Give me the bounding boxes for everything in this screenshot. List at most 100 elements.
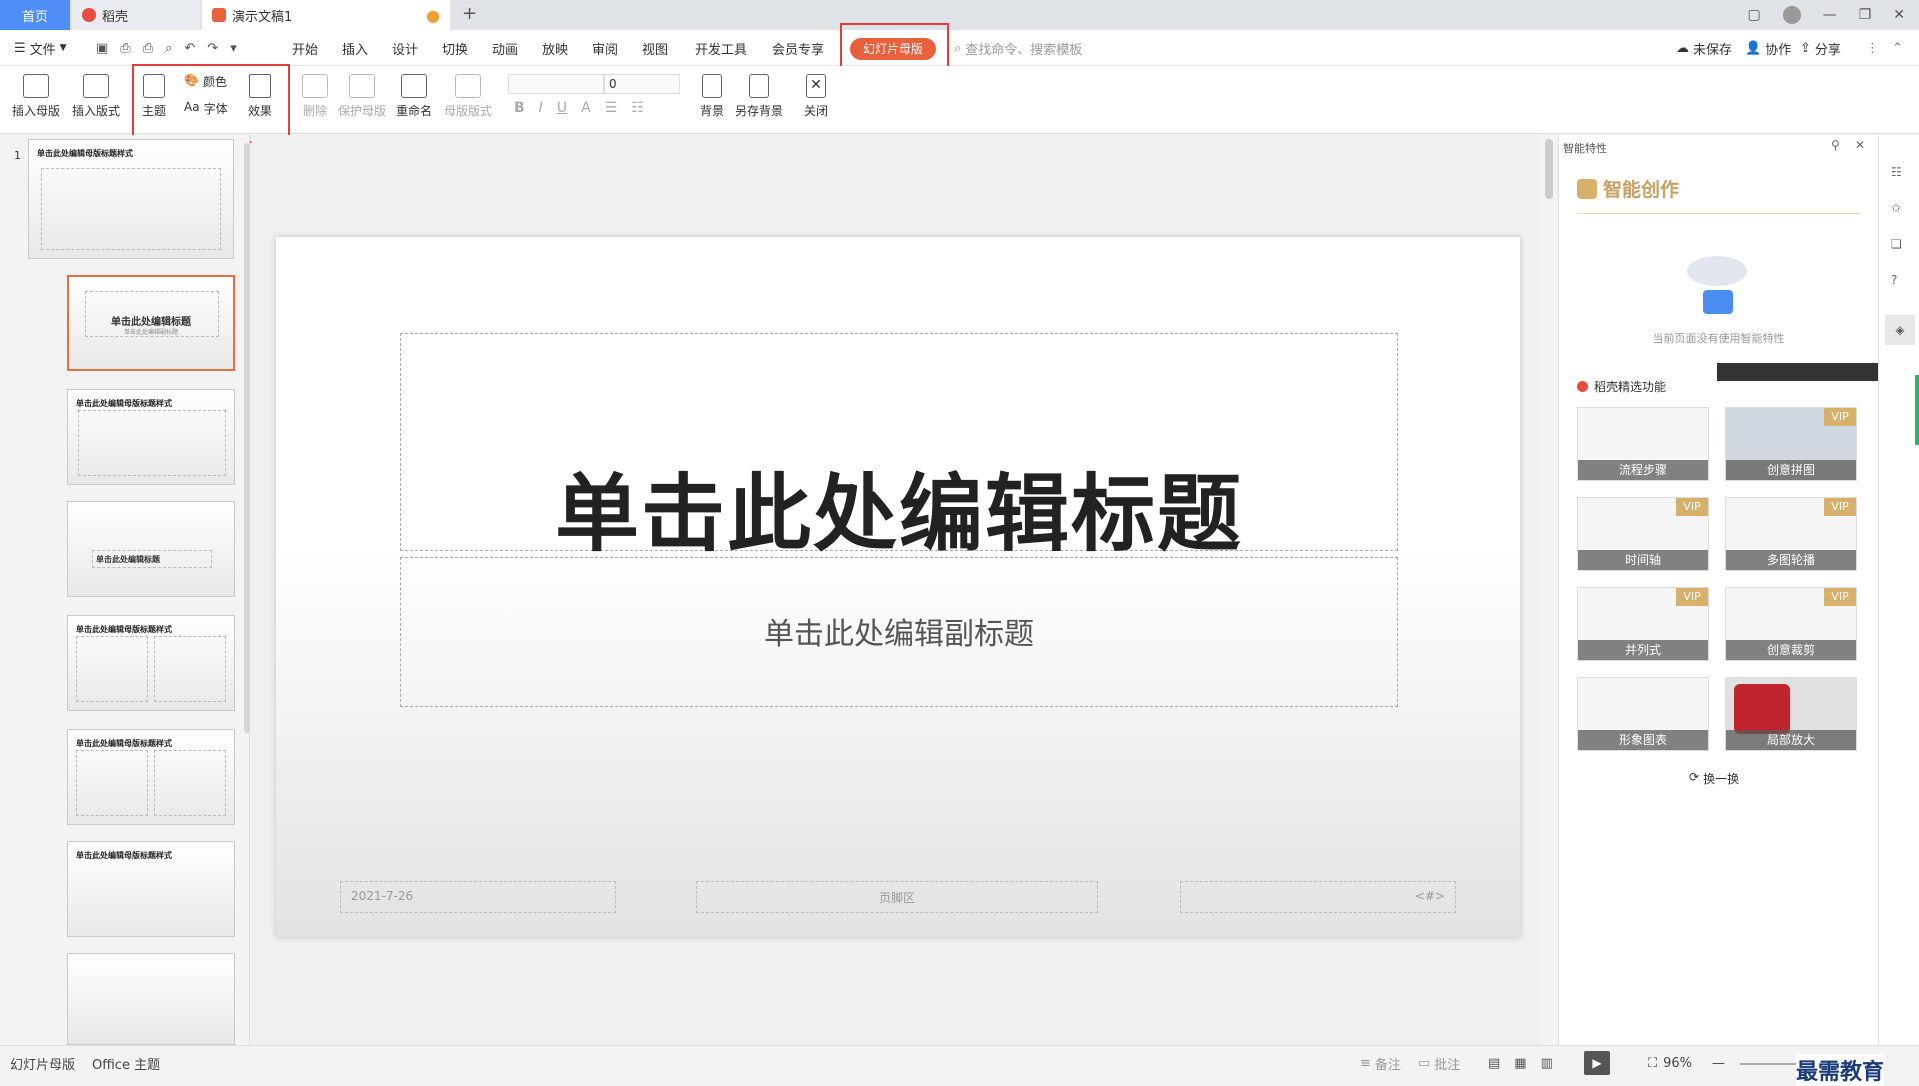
normal-view-icon[interactable]: ▤ (1488, 1056, 1500, 1071)
print-icon[interactable]: ⎙ (143, 41, 153, 56)
save-background-icon (749, 74, 769, 98)
menu-tab-insert[interactable]: 插入 (342, 30, 368, 66)
play-slideshow-icon[interactable]: ▶ (1584, 1051, 1610, 1075)
font-size-select[interactable]: 0 (604, 74, 680, 94)
tab-home[interactable]: 首页 (0, 0, 70, 30)
avatar[interactable] (1782, 6, 1801, 24)
insert-master-button[interactable]: 插入母版 (12, 74, 60, 119)
pin-star-icon[interactable]: ✩ (1891, 201, 1901, 215)
share-button[interactable]: ⇪ 分享 (1800, 30, 1841, 66)
output-icon[interactable]: ⎙ (120, 41, 130, 56)
collapse-ribbon-icon[interactable]: ⌃ (1892, 30, 1903, 66)
delete-button[interactable]: 删除 (302, 74, 328, 119)
menu-tab-developer[interactable]: 开发工具 (695, 30, 747, 66)
underline-icon[interactable]: U (557, 100, 567, 116)
customize-icon[interactable]: ▾ (230, 41, 237, 56)
help-icon[interactable]: ? (1891, 273, 1897, 287)
ppt-icon (212, 8, 226, 22)
thumbnail-layout-comparison[interactable]: 单击此处编辑母版标题样式 (67, 729, 235, 825)
copy-icon[interactable]: ❏ (1891, 237, 1902, 251)
thumbnail-layout-content[interactable]: 单击此处编辑母版标题样式 (67, 389, 235, 485)
bullets-icon[interactable]: ☰ (605, 100, 618, 116)
panel-close-icon[interactable]: ✕ (1855, 138, 1865, 152)
menu-tab-animation[interactable]: 动画 (492, 30, 518, 66)
restore-icon[interactable]: ❐ (1859, 7, 1872, 23)
undo-icon[interactable]: ↶ (184, 41, 195, 56)
font-color-icon[interactable]: A (581, 100, 591, 116)
menu-tab-start[interactable]: 开始 (292, 30, 318, 66)
rename-button[interactable]: 重命名 (396, 74, 432, 119)
menu-tab-slideshow[interactable]: 放映 (542, 30, 568, 66)
thumbnail-title-layout[interactable]: 单击此处编辑标题 单击此处编辑副标题 (67, 275, 235, 371)
thumbnail-section-placeholder (92, 550, 212, 568)
minimize-icon[interactable]: — (1823, 7, 1837, 23)
redo-icon[interactable]: ↷ (207, 41, 218, 56)
command-search[interactable]: ⌕ 查找命令、搜索模板 (954, 30, 1082, 66)
font-name-select[interactable] (508, 74, 604, 94)
feature-card-flow[interactable]: 流程步骤 (1577, 407, 1709, 481)
italic-icon[interactable]: I (539, 100, 543, 116)
thumbnail-master[interactable]: 单击此处编辑母版标题样式 (28, 139, 234, 259)
close-icon[interactable]: ✕ (1893, 7, 1905, 23)
menu-tab-member[interactable]: 会员专享 (772, 30, 824, 66)
protect-master-button[interactable]: 保护母版 (338, 74, 386, 119)
zoom-control[interactable]: ⛶ 96% — (1648, 1046, 1725, 1081)
feature-card-zoom[interactable]: 局部放大 (1725, 677, 1857, 751)
new-tab-icon[interactable]: + (462, 3, 477, 24)
canvas-scrollbar[interactable] (1545, 139, 1553, 199)
menu-tab-review[interactable]: 审阅 (592, 30, 618, 66)
thumbnail-layout-title-only[interactable]: 单击此处编辑母版标题样式 (67, 841, 235, 937)
feature-card-image-chart[interactable]: 形象图表 (1577, 677, 1709, 751)
more-icon[interactable]: ⋮ (1866, 30, 1879, 66)
preview-icon[interactable]: ⌕ (165, 41, 172, 56)
reading-view-icon[interactable]: ▥ (1541, 1056, 1553, 1071)
tab-docer[interactable]: 稻壳 (72, 0, 200, 30)
feature-card-crop[interactable]: VIP 创意裁剪 (1725, 587, 1857, 661)
notes-button[interactable]: ≡ 备注 (1360, 1046, 1401, 1081)
menu-tab-design[interactable]: 设计 (392, 30, 418, 66)
thumbnail-left-placeholder (76, 750, 148, 816)
insert-layout-icon (83, 74, 109, 98)
insert-layout-button[interactable]: 插入版式 (72, 74, 120, 119)
status-theme[interactable]: Office 主题 (92, 1046, 160, 1081)
feature-card-parallel[interactable]: VIP 并列式 (1577, 587, 1709, 661)
ribbon: 插入母版 插入版式 主题 🎨 颜色 Aa 字体 效果 删除 保护母版 重命名 母版版… (0, 64, 1919, 143)
feature-card-label: 局部放大 (1726, 730, 1856, 750)
pin-icon[interactable]: ⚲ (1831, 138, 1840, 152)
thumbnail-scrollbar[interactable] (244, 143, 250, 733)
thumbnail-layout-two-content[interactable]: 单击此处编辑母版标题样式 (67, 615, 235, 711)
unsaved-button[interactable]: ☁ 未保存 (1676, 30, 1732, 66)
feature-card-timeline[interactable]: VIP 时间轴 (1577, 497, 1709, 571)
close-master-button[interactable]: ✕ 关闭 (804, 74, 828, 119)
feature-card-carousel[interactable]: VIP 多图轮播 (1725, 497, 1857, 571)
date-placeholder[interactable]: 2021-7-26 (340, 881, 616, 913)
sorter-view-icon[interactable]: ▦ (1514, 1056, 1526, 1071)
footer-placeholder[interactable]: 页脚区 (696, 881, 1098, 913)
comments-button[interactable]: ▭ 批注 (1418, 1046, 1460, 1081)
bold-icon[interactable]: B (514, 100, 525, 116)
ime-toolbar[interactable] (1717, 363, 1879, 381)
save-icon[interactable]: ▣ (96, 41, 108, 56)
tab-document[interactable]: 演示文稿1 ● (202, 0, 450, 30)
save-background-button[interactable]: 另存背景 (735, 74, 783, 119)
background-button[interactable]: 背景 (700, 74, 724, 119)
numbering-icon[interactable]: ☷ (631, 100, 644, 116)
thumbnail-layout-blank[interactable] (67, 953, 235, 1045)
file-menu[interactable]: ☰ 文件 ▼ (14, 30, 67, 66)
feature-card-collage[interactable]: VIP 创意拼图 (1725, 407, 1857, 481)
docer-icon (1577, 381, 1588, 392)
menu-tab-transition[interactable]: 切换 (442, 30, 468, 66)
settings-sliders-icon[interactable]: ☷ (1891, 165, 1902, 179)
tab-docer-label: 稻壳 (102, 9, 129, 25)
collab-button[interactable]: 👤 协作 (1745, 30, 1791, 66)
zoom-out-icon[interactable]: — (1712, 1056, 1725, 1071)
smart-panel-header[interactable]: 智能特性 (1563, 140, 1607, 156)
smart-feature-icon[interactable]: ◈ (1885, 315, 1915, 345)
menu-tab-view[interactable]: 视图 (642, 30, 668, 66)
share-icon: ⇪ (1800, 40, 1811, 56)
slide-number-placeholder[interactable]: <#> (1180, 881, 1456, 913)
tabs-count-icon[interactable]: ▢ (1747, 7, 1760, 23)
refresh-button[interactable]: ⟳ 换一换 (1689, 770, 1739, 787)
master-layout-button[interactable]: 母版版式 (444, 74, 492, 119)
thumbnail-layout-section[interactable]: 单击此处编辑标题 (67, 501, 235, 597)
